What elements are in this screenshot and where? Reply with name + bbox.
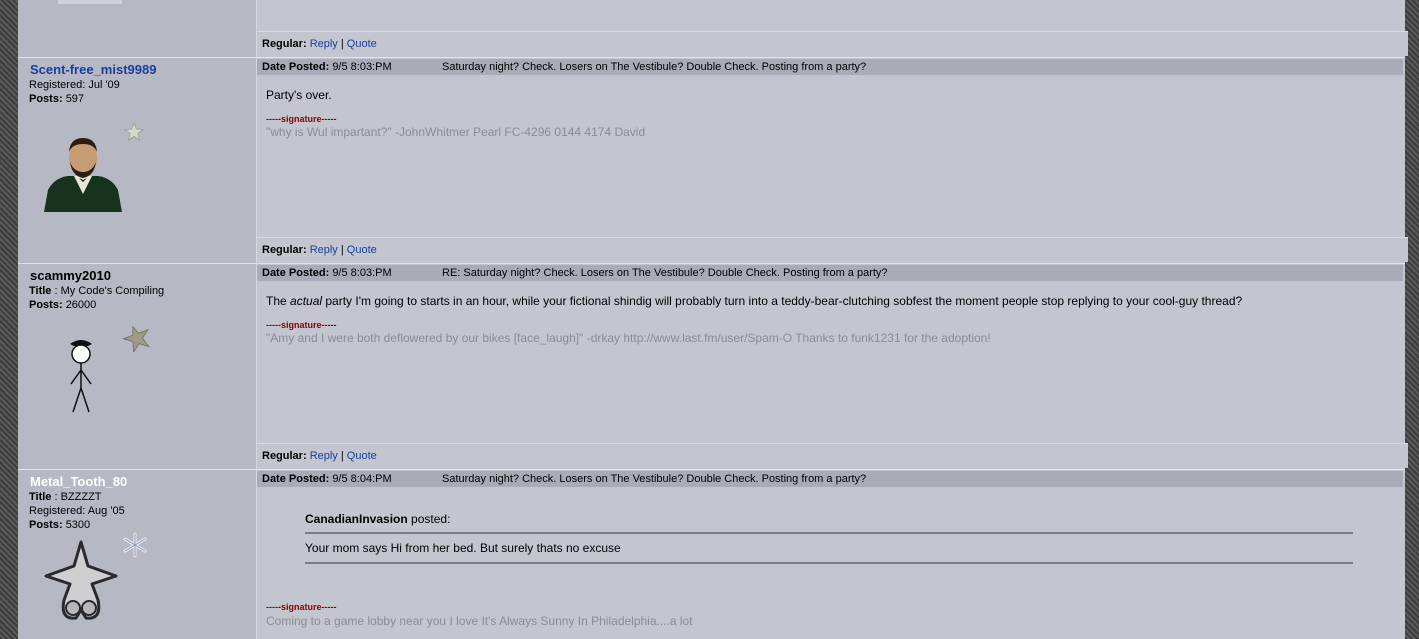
- user-info: Registered: Jul '09 Posts: 597: [29, 78, 120, 106]
- quote-posted-label: posted:: [407, 512, 451, 526]
- post-subject: RE: Saturday night? Check. Losers on The…: [442, 267, 888, 279]
- signature-text: Coming to a game lobby near you I love I…: [266, 614, 693, 628]
- reply-link[interactable]: Reply: [310, 244, 338, 256]
- user-panel: Metal_Tooth_80 Title : BZZZZT Registered…: [18, 470, 257, 639]
- post-footer: Regular: Reply | Quote: [257, 31, 1408, 56]
- info-label: Posts:: [29, 299, 63, 311]
- info-label: Registered:: [29, 79, 86, 91]
- post-body: Party's over.: [266, 88, 332, 102]
- info-label: Registered:: [29, 505, 86, 517]
- username[interactable]: Scent-free_mist9989: [30, 62, 156, 77]
- page-background-right: [1405, 0, 1419, 639]
- date-label: Date Posted:: [262, 267, 330, 279]
- post-panel: Date Posted: 9/5 8:04:PM Saturday night?…: [257, 470, 1405, 639]
- info-label: Title: [29, 491, 52, 503]
- footer-separator: |: [340, 450, 344, 462]
- info-value: 26000: [65, 299, 97, 311]
- quote-block: CanadianInvasion posted: Your mom says H…: [305, 512, 1353, 564]
- post-panel: Regular: Reply | Quote: [257, 0, 1408, 57]
- user-info: Title : My Code's Compiling Posts: 26000: [29, 284, 164, 312]
- info-label: Posts:: [29, 93, 63, 105]
- info-label: Title: [29, 285, 52, 297]
- username[interactable]: Metal_Tooth_80: [30, 474, 127, 489]
- page-background-left: [0, 0, 18, 639]
- reply-link[interactable]: Reply: [310, 450, 338, 462]
- quote-link[interactable]: Quote: [347, 38, 377, 50]
- post-subject: Saturday night? Check. Losers on The Ves…: [442, 473, 867, 485]
- footer-separator: |: [340, 38, 344, 50]
- info-value: : BZZZZT: [54, 491, 102, 503]
- stick-figure-avatar: [70, 340, 92, 413]
- date-label: Date Posted:: [262, 61, 330, 73]
- quote-link[interactable]: Quote: [347, 450, 377, 462]
- post-header: Date Posted: 9/5 8:03:PM RE: Saturday ni…: [257, 265, 1403, 281]
- signature-text: "why is Wul impartant?" -JohnWhitmer Pea…: [266, 125, 646, 139]
- star-badge-icon: [122, 325, 150, 352]
- info-value: : My Code's Compiling: [54, 285, 165, 297]
- post-panel: Date Posted: 9/5 8:03:PM Saturday night?…: [257, 58, 1408, 263]
- post-date: 9/5 8:03:PM: [332, 61, 392, 73]
- quote-author: CanadianInvasion: [305, 512, 408, 526]
- post-panel: Date Posted: 9/5 8:03:PM RE: Saturday ni…: [257, 264, 1408, 469]
- body-text: The: [266, 294, 291, 308]
- user-panel: scammy2010 Title : My Code's Compiling P…: [18, 264, 257, 469]
- post-date: 9/5 8:03:PM: [332, 267, 392, 279]
- post-body: The actual party I'm going to starts in …: [266, 294, 1242, 308]
- post-footer: Regular: Reply | Quote: [257, 443, 1408, 468]
- quote-divider: [305, 562, 1353, 564]
- username[interactable]: scammy2010: [30, 268, 111, 283]
- post-footer: Regular: Reply | Quote: [257, 237, 1408, 262]
- body-emphasis: actual: [290, 294, 323, 308]
- date-label: Date Posted:: [262, 473, 330, 485]
- snowflake-badge-icon: [123, 532, 147, 558]
- reply-link[interactable]: Reply: [310, 38, 338, 50]
- regular-label: Regular:: [262, 450, 307, 462]
- footer-separator: |: [340, 244, 344, 256]
- signature-label: -----signature-----: [266, 602, 337, 612]
- user-panel: Scent-free_mist9989 Registered: Jul '09 …: [18, 58, 257, 263]
- info-label: Posts:: [29, 519, 63, 531]
- quote-divider: [305, 532, 1353, 534]
- regular-label: Regular:: [262, 244, 307, 256]
- info-value: 5300: [65, 519, 91, 531]
- user-info: Title : BZZZZT Registered: Aug '05 Posts…: [29, 490, 125, 532]
- post-header: Date Posted: 9/5 8:04:PM Saturday night?…: [257, 471, 1403, 487]
- nobody-emblem-avatar: [44, 540, 118, 620]
- quote-header: CanadianInvasion posted:: [305, 512, 1353, 526]
- post-date: 9/5 8:04:PM: [332, 473, 392, 485]
- avatar: [58, 0, 122, 4]
- body-text: party I'm going to starts in an hour, wh…: [322, 294, 1243, 308]
- info-value: Aug '05: [87, 505, 125, 517]
- post-header: Date Posted: 9/5 8:03:PM Saturday night?…: [257, 59, 1403, 75]
- signature-text: "Amy and I were both deflowered by our b…: [266, 331, 991, 345]
- post-subject: Saturday night? Check. Losers on The Ves…: [442, 61, 867, 73]
- lincoln-portrait-avatar: [44, 138, 122, 212]
- signature-label: -----signature-----: [266, 114, 337, 124]
- quote-text: Your mom says Hi from her bed. But surel…: [305, 541, 621, 555]
- quote-link[interactable]: Quote: [347, 244, 377, 256]
- signature-label: -----signature-----: [266, 320, 337, 330]
- forum-thread: Regular: Reply | Quote Scent-free_mist99…: [18, 0, 1408, 639]
- info-value: Jul '09: [88, 79, 120, 91]
- info-value: 597: [65, 93, 85, 105]
- user-panel: [18, 0, 257, 57]
- regular-label: Regular:: [262, 38, 307, 50]
- star-badge-icon: [124, 122, 144, 141]
